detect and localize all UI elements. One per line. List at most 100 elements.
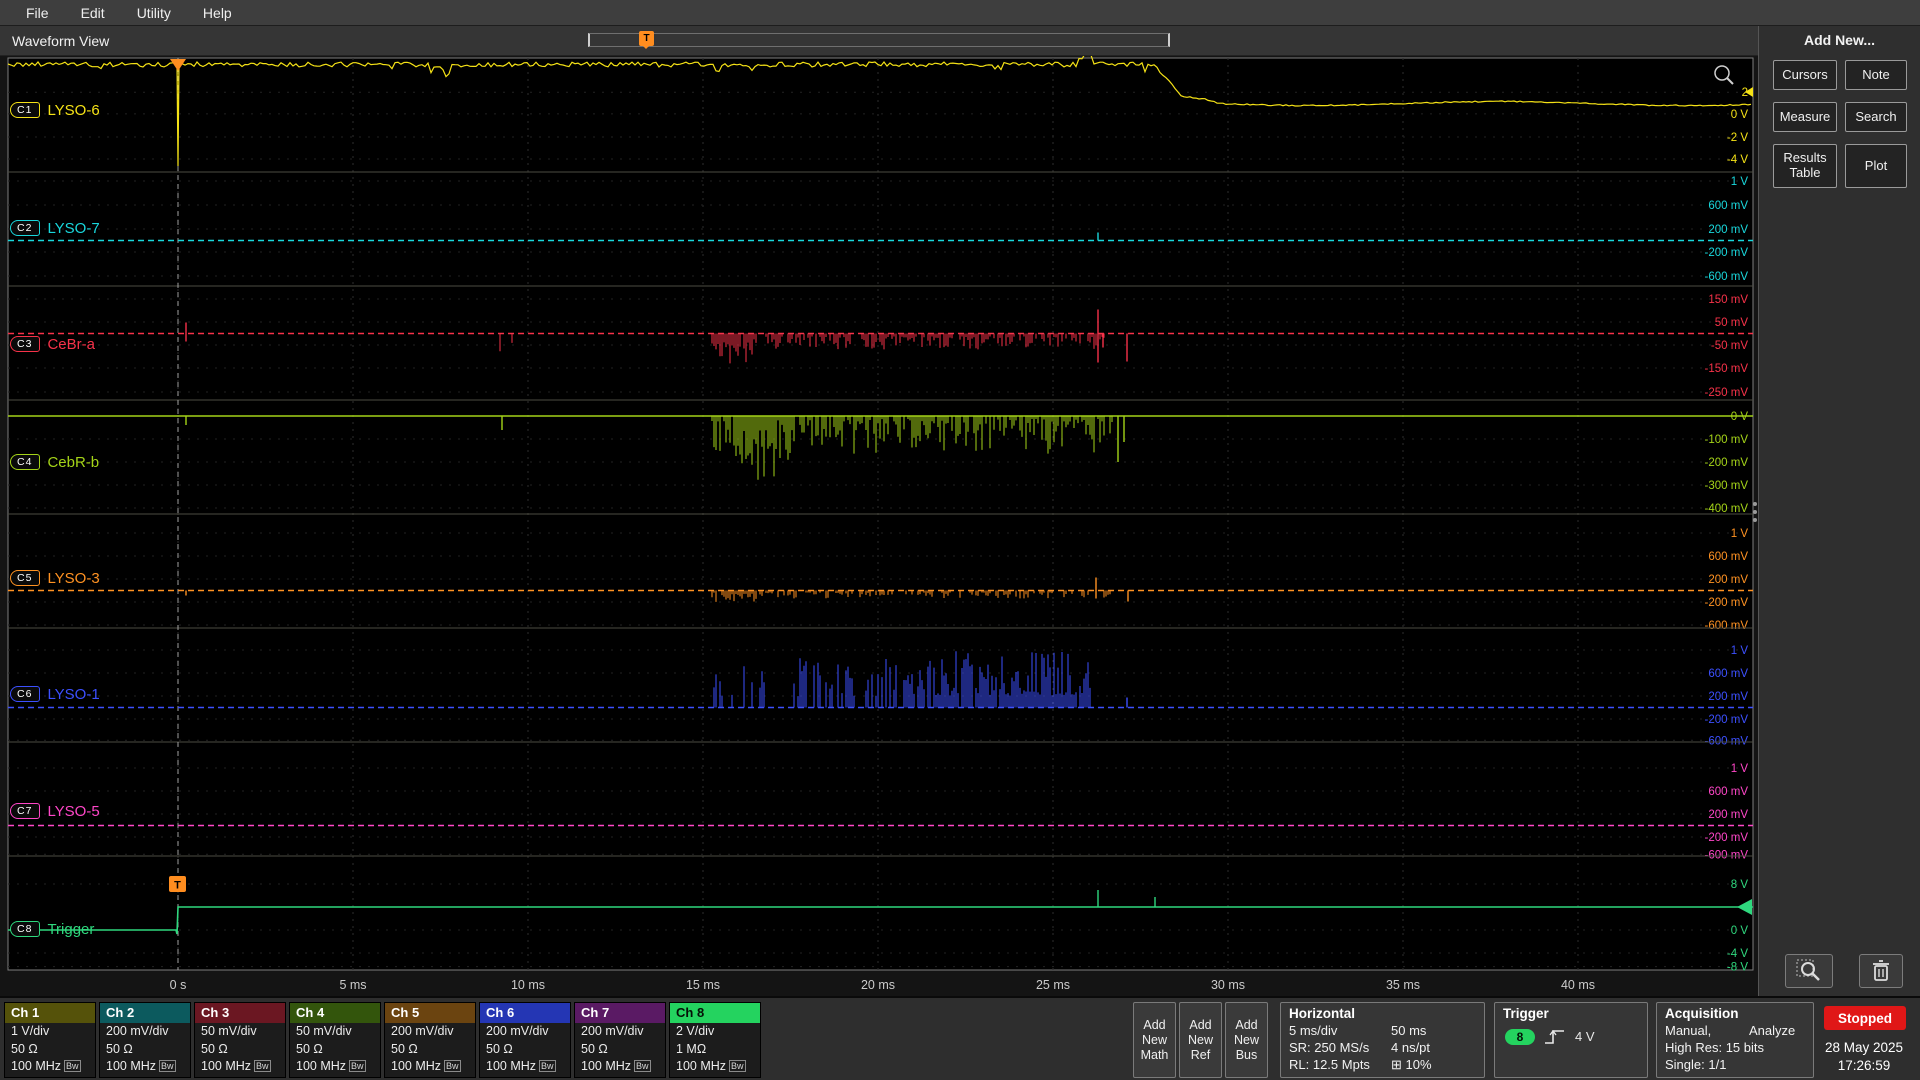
- bottom-channel-box-4[interactable]: Ch 4 50 mV/div 50 Ω 100 MHz Bw: [289, 1002, 381, 1078]
- trigger-title: Trigger: [1503, 1006, 1549, 1021]
- svg-text:T: T: [174, 880, 181, 892]
- bottom-channel-box-2[interactable]: Ch 2 200 mV/div 50 Ω 100 MHz Bw: [99, 1002, 191, 1078]
- channel-badge-tag[interactable]: C8: [10, 921, 41, 937]
- svg-text:35 ms: 35 ms: [1386, 978, 1420, 992]
- run-stop-status[interactable]: Stopped: [1824, 1006, 1906, 1030]
- channel-label: CebR-b: [47, 453, 100, 471]
- menu-edit[interactable]: Edit: [65, 0, 121, 26]
- svg-text:8 V: 8 V: [1731, 879, 1749, 891]
- channel-box-title: Ch 3: [195, 1003, 285, 1023]
- svg-text:-150 mV: -150 mV: [1705, 363, 1749, 375]
- channel-scale: 2 V/div: [676, 1024, 715, 1038]
- trigger-position-flag[interactable]: T: [639, 31, 654, 49]
- channel-box-title: Ch 2: [100, 1003, 190, 1023]
- channel-badge-c8[interactable]: C8 Trigger: [10, 918, 94, 940]
- svg-text:-600 mV: -600 mV: [1705, 849, 1749, 861]
- svg-text:-600 mV: -600 mV: [1705, 735, 1749, 747]
- acquisition-title: Acquisition: [1665, 1006, 1739, 1021]
- channel-badge-c7[interactable]: C7 LYSO-5: [10, 800, 100, 822]
- system-time: 17:26:59: [1837, 1058, 1891, 1073]
- channel-badge-c3[interactable]: C3 CeBr-a: [10, 333, 95, 355]
- svg-text:-200 mV: -200 mV: [1705, 597, 1749, 609]
- channel-box-title: Ch 1: [5, 1003, 95, 1023]
- channel-badge-tag[interactable]: C6: [10, 686, 41, 702]
- svg-text:20 ms: 20 ms: [861, 978, 895, 992]
- add-new-bus-button[interactable]: Add New Bus: [1225, 1002, 1268, 1078]
- channel-impedance: 1 MΩ: [676, 1041, 707, 1056]
- add-new-math-button[interactable]: Add New Math: [1133, 1002, 1176, 1078]
- svg-text:15 ms: 15 ms: [686, 978, 720, 992]
- svg-text:25 ms: 25 ms: [1036, 978, 1070, 992]
- bottom-channel-box-1[interactable]: Ch 1 1 V/div 50 Ω 100 MHz Bw: [4, 1002, 96, 1078]
- channel-badge-tag[interactable]: C1: [10, 102, 41, 118]
- svg-text:-250 mV: -250 mV: [1705, 387, 1749, 399]
- svg-text:10 ms: 10 ms: [511, 978, 545, 992]
- channel-label: LYSO-3: [47, 569, 100, 587]
- delete-button[interactable]: [1859, 954, 1903, 988]
- horizontal-panel[interactable]: Horizontal 5 ms/div 50 ms SR: 250 MS/s 4 n…: [1280, 1002, 1485, 1078]
- svg-text:-50 mV: -50 mV: [1711, 340, 1748, 352]
- channel-bandwidth: 100 MHz Bw: [486, 1059, 556, 1073]
- bandwidth-limit-icon: Bw: [159, 1060, 176, 1072]
- channel-badge-c1[interactable]: C1 LYSO-6: [10, 99, 100, 121]
- channel-box-title: Ch 4: [290, 1003, 380, 1023]
- results-table-button[interactable]: Results Table: [1773, 144, 1837, 188]
- bottom-channel-box-8[interactable]: Ch 8 2 V/div 1 MΩ 100 MHz Bw: [669, 1002, 761, 1078]
- panel-resize-grip[interactable]: [1752, 498, 1758, 524]
- oscilloscope-app: File Edit Utility Help Waveform View T 2…: [0, 0, 1920, 1080]
- channel-badge-c5[interactable]: C5 LYSO-3: [10, 567, 100, 589]
- zoom-mode-button[interactable]: [1785, 954, 1833, 988]
- bottom-channel-box-6[interactable]: Ch 6 200 mV/div 50 Ω 100 MHz Bw: [479, 1002, 571, 1078]
- svg-text:150 mV: 150 mV: [1708, 294, 1748, 306]
- channel-badge-c2[interactable]: C2 LYSO-7: [10, 217, 100, 239]
- acquisition-panel[interactable]: Acquisition Manual, Analyze High Res: 15 …: [1656, 1002, 1814, 1078]
- add-new-ref-button[interactable]: Add New Ref: [1179, 1002, 1222, 1078]
- channel-label: LYSO-7: [47, 219, 100, 237]
- add-new-panel: Add New... Cursors Note Measure Search R…: [1758, 26, 1920, 996]
- channel-badge-tag[interactable]: C4: [10, 454, 41, 470]
- menu-file[interactable]: File: [10, 0, 65, 26]
- channel-badge-tag[interactable]: C2: [10, 220, 41, 236]
- acquisition-analyze: Analyze: [1749, 1023, 1796, 1038]
- svg-text:-200 mV: -200 mV: [1705, 832, 1749, 844]
- waveform-view-title: Waveform View: [12, 33, 110, 49]
- measure-button[interactable]: Measure: [1773, 102, 1837, 132]
- svg-text:-4 V: -4 V: [1727, 154, 1748, 166]
- plot-button[interactable]: Plot: [1845, 144, 1907, 188]
- cursors-button[interactable]: Cursors: [1773, 60, 1837, 90]
- channel-badge-tag[interactable]: C5: [10, 570, 41, 586]
- channel-label: LYSO-5: [47, 802, 100, 820]
- channel-scale: 50 mV/div: [201, 1024, 257, 1038]
- channel-badge-tag[interactable]: C3: [10, 336, 41, 352]
- svg-text:1 V: 1 V: [1731, 645, 1749, 657]
- menu-utility[interactable]: Utility: [121, 0, 187, 26]
- acquisition-mode: Manual,: [1665, 1023, 1712, 1038]
- channel-badge-c4[interactable]: C4 CebR-b: [10, 451, 99, 473]
- rising-edge-icon: [1545, 1029, 1564, 1044]
- trigger-panel[interactable]: Trigger 8 4 V: [1494, 1002, 1648, 1078]
- channel-scale: 200 mV/div: [581, 1024, 644, 1038]
- bottom-channel-box-3[interactable]: Ch 3 50 mV/div 50 Ω 100 MHz Bw: [194, 1002, 286, 1078]
- trash-icon: [1873, 960, 1889, 981]
- svg-text:40 ms: 40 ms: [1561, 978, 1595, 992]
- waveform-plot[interactable]: 20 V-2 V-4 V1 V600 mV200 mV-200 mV-600 m…: [0, 56, 1758, 996]
- menu-bar: File Edit Utility Help: [0, 0, 1920, 26]
- channel-impedance: 50 Ω: [296, 1041, 323, 1056]
- channel-badge-tag[interactable]: C7: [10, 803, 41, 819]
- bandwidth-limit-icon: Bw: [254, 1060, 271, 1072]
- record-position-bar[interactable]: T: [588, 31, 1170, 49]
- svg-text:0 V: 0 V: [1731, 925, 1749, 937]
- svg-text:600 mV: 600 mV: [1708, 551, 1748, 563]
- svg-text:5 ms: 5 ms: [339, 978, 366, 992]
- channel-bandwidth: 100 MHz Bw: [106, 1059, 176, 1073]
- bottom-channel-box-7[interactable]: Ch 7 200 mV/div 50 Ω 100 MHz Bw: [574, 1002, 666, 1078]
- bottom-channel-box-5[interactable]: Ch 5 200 mV/div 50 Ω 100 MHz Bw: [384, 1002, 476, 1078]
- channel-badge-c6[interactable]: C6 LYSO-1: [10, 683, 100, 705]
- bottom-settings-bar: Ch 1 1 V/div 50 Ω 100 MHz Bw Ch 2 200 mV/…: [0, 996, 1920, 1080]
- note-button[interactable]: Note: [1845, 60, 1907, 90]
- horizontal-span: 50 ms: [1391, 1023, 1427, 1038]
- channel-label: LYSO-6: [47, 101, 100, 119]
- menu-help[interactable]: Help: [187, 0, 248, 26]
- svg-text:-600 mV: -600 mV: [1705, 271, 1749, 283]
- search-button[interactable]: Search: [1845, 102, 1907, 132]
